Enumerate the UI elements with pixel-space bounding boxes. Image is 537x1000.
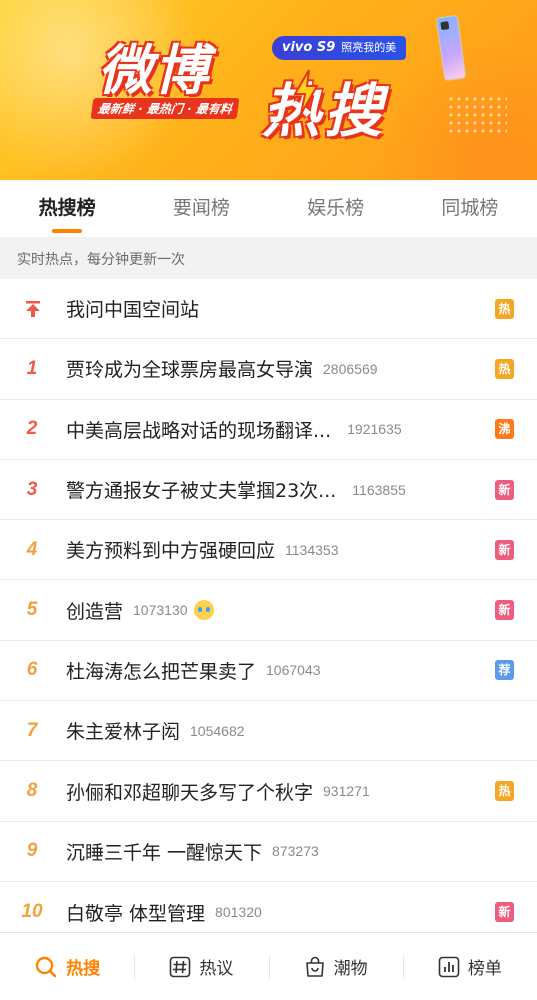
nav-label: 热议 — [199, 959, 234, 979]
item-title: 白敬亭 体型管理 — [66, 902, 206, 925]
rank-number: 2 — [26, 418, 38, 440]
rank-number: 6 — [26, 659, 38, 681]
rank-number: 7 — [26, 719, 38, 741]
new-badge: 新 — [495, 600, 514, 621]
item-title: 中美高层战略对话的现场翻译... — [66, 419, 332, 442]
rank-number: 1 — [26, 357, 38, 379]
item-title: 沉睡三千年 一醒惊天下 — [66, 841, 263, 864]
item-count: 873273 — [272, 843, 319, 860]
item-title: 创造营 — [66, 600, 124, 623]
item-title: 孙俪和邓超聊天多写了个秋字 — [66, 781, 314, 804]
item-title: 贾玲成为全球票房最高女导演 — [66, 359, 314, 382]
hot-search-list: 我问中国空间站 热 1 贾玲成为全球票房最高女导演 2806569 热 2 中美… — [0, 279, 537, 942]
pin-top-icon — [0, 300, 66, 318]
banner-title-line2: 热搜 — [262, 77, 387, 145]
ad-brand: vivo S9 — [282, 40, 336, 55]
ad-tagline: 照亮我的美 — [341, 41, 397, 54]
item-count: 1073130 — [133, 602, 188, 619]
list-item[interactable]: 8 孙俪和邓超聊天多写了个秋字 931271 热 — [0, 761, 537, 822]
hot-search-banner[interactable]: 微博 热搜 最新鲜 · 最热门 · 最有料 vivo S9 照亮我的美 — [0, 0, 537, 180]
item-title: 警方通报女子被丈夫掌掴23次... — [66, 480, 337, 503]
nav-trends[interactable]: 潮物 — [268, 933, 403, 1000]
nav-hot-search[interactable]: 热搜 — [0, 933, 134, 1000]
list-item[interactable]: 1 贾玲成为全球票房最高女导演 2806569 热 — [0, 339, 537, 400]
item-count: 931271 — [323, 783, 370, 800]
lightning-icon — [293, 70, 319, 114]
item-count: 1134353 — [285, 541, 339, 558]
bottom-nav: 热搜 热议 潮物 榜单 — [0, 932, 537, 1000]
update-notice: 实时热点，每分钟更新一次 — [0, 237, 537, 279]
list-item[interactable]: 6 杜海涛怎么把芒果卖了 1067043 荐 — [0, 641, 537, 702]
rank-number: 4 — [26, 538, 38, 560]
list-item[interactable]: 我问中国空间站 热 — [0, 279, 537, 340]
item-title: 朱主爱林子闳 — [66, 721, 181, 744]
list-item[interactable]: 4 美方预料到中方强硬回应 1134353 新 — [0, 520, 537, 581]
recommend-badge: 荐 — [495, 660, 514, 681]
hot-badge: 热 — [495, 781, 514, 802]
item-count: 1921635 — [347, 421, 402, 438]
tab-entertainment[interactable]: 娱乐榜 — [269, 180, 403, 237]
rank-number: 9 — [26, 840, 38, 862]
new-badge: 新 — [495, 539, 514, 560]
boiling-badge: 沸 — [495, 419, 514, 440]
item-title: 美方预料到中方强硬回应 — [66, 540, 276, 563]
shopping-bag-icon — [305, 956, 324, 977]
rank-number: 5 — [26, 599, 38, 621]
item-count: 1067043 — [266, 662, 321, 679]
item-count: 1054682 — [190, 722, 245, 739]
item-count: 1163855 — [352, 481, 406, 498]
tab-local[interactable]: 同城榜 — [403, 180, 537, 237]
banner-slogan: 最新鲜 · 最热门 · 最有料 — [90, 98, 240, 119]
nav-rankings[interactable]: 榜单 — [402, 933, 537, 1000]
rank-number: 10 — [21, 901, 43, 923]
hashtag-icon — [170, 956, 191, 977]
list-item[interactable]: 5 创造营 1073130 新 — [0, 580, 537, 641]
hot-badge: 热 — [495, 358, 514, 379]
tab-news[interactable]: 要闻榜 — [134, 180, 268, 237]
item-title: 我问中国空间站 — [66, 299, 200, 322]
nav-label: 潮物 — [333, 959, 368, 979]
ad-pill[interactable]: vivo S9 照亮我的美 — [272, 36, 407, 60]
list-item[interactable]: 7 朱主爱林子闳 1054682 — [0, 701, 537, 762]
list-item[interactable]: 9 沉睡三千年 一醒惊天下 873273 — [0, 822, 537, 882]
nav-label: 热搜 — [66, 959, 101, 979]
item-count: 2806569 — [323, 360, 378, 377]
item-title: 杜海涛怎么把芒果卖了 — [66, 660, 257, 683]
crying-face-icon — [193, 600, 214, 621]
list-item[interactable]: 3 警方通报女子被丈夫掌掴23次... 1163855 新 — [0, 460, 537, 521]
banner-title-line1: 微博 — [98, 38, 210, 102]
search-icon — [35, 956, 57, 977]
new-badge: 新 — [495, 902, 514, 923]
nav-label: 榜单 — [467, 959, 502, 979]
rank-number: 8 — [26, 780, 38, 802]
tab-hot-search[interactable]: 热搜榜 — [0, 180, 134, 237]
rank-number: 3 — [26, 478, 38, 500]
hot-badge: 热 — [495, 298, 514, 319]
tab-bar: 热搜榜 要闻榜 娱乐榜 同城榜 — [0, 180, 537, 237]
bar-chart-icon — [438, 956, 460, 977]
nav-discussion[interactable]: 热议 — [134, 933, 268, 1000]
item-count: 801320 — [215, 904, 262, 921]
new-badge: 新 — [495, 479, 514, 500]
list-item[interactable]: 2 中美高层战略对话的现场翻译... 1921635 沸 — [0, 400, 537, 460]
banner-dots-decoration — [447, 95, 507, 135]
